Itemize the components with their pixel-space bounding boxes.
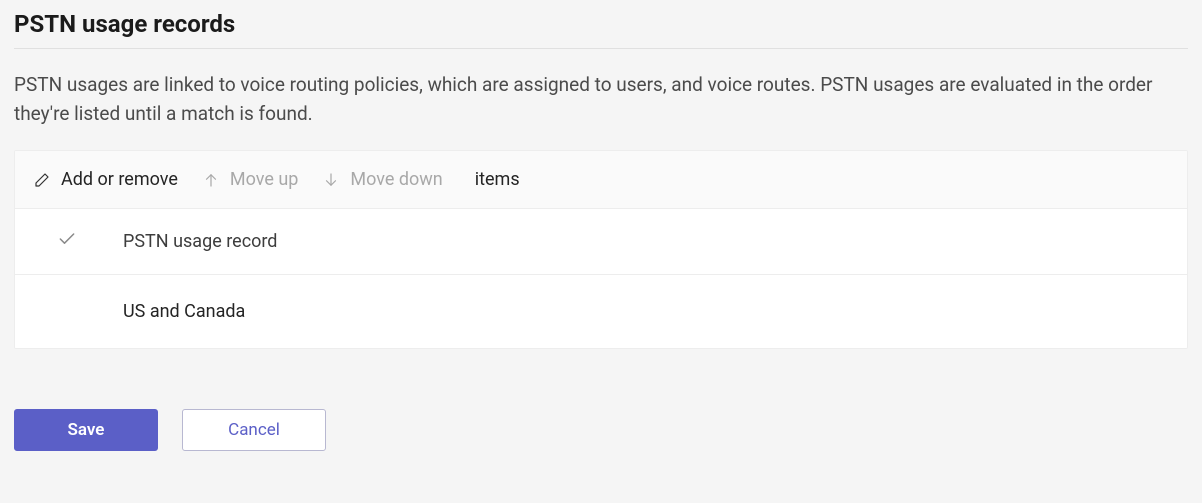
add-or-remove-button[interactable]: Add or remove xyxy=(33,169,178,190)
move-down-button[interactable]: Move down xyxy=(322,169,442,190)
row-name-cell: US and Canada xyxy=(123,301,1169,322)
move-up-button[interactable]: Move up xyxy=(202,169,299,190)
column-header-name: PSTN usage record xyxy=(123,231,1169,252)
page-description: PSTN usages are linked to voice routing … xyxy=(14,71,1174,128)
save-button[interactable]: Save xyxy=(14,409,158,451)
arrow-up-icon xyxy=(202,171,220,189)
select-all-column[interactable] xyxy=(33,229,123,254)
move-down-label: Move down xyxy=(350,169,442,190)
arrow-down-icon xyxy=(322,171,340,189)
table-row[interactable]: US and Canada xyxy=(15,275,1187,348)
footer-actions: Save Cancel xyxy=(14,409,1188,451)
records-panel: Add or remove Move up xyxy=(14,150,1188,349)
add-or-remove-label: Add or remove xyxy=(61,169,178,190)
toolbar: Add or remove Move up xyxy=(15,151,1187,209)
edit-icon xyxy=(33,171,51,189)
cancel-button[interactable]: Cancel xyxy=(182,409,326,451)
page-title: PSTN usage records xyxy=(14,10,1188,49)
table-header-row: PSTN usage record xyxy=(15,209,1187,275)
checkmark-icon xyxy=(33,229,77,254)
items-label: items xyxy=(475,169,520,190)
move-up-label: Move up xyxy=(230,169,299,190)
